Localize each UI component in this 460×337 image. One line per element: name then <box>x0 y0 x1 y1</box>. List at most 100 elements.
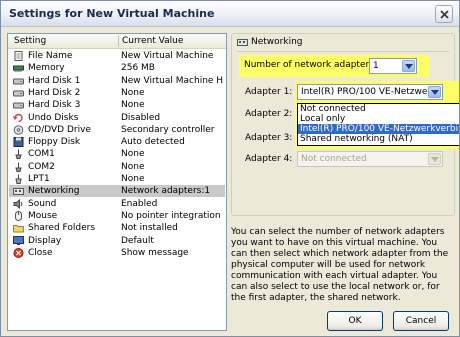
undo-icon <box>13 113 24 123</box>
adapter-count-select[interactable]: 1 <box>369 58 417 74</box>
adapter-1-value: Intel(R) PRO/100 VE-Netzwerkve <box>301 87 427 97</box>
setting-value: Not installed <box>121 223 178 234</box>
list-item-com1[interactable]: COM1 None <box>9 148 225 160</box>
setting-name: Hard Disk 2 <box>28 87 81 98</box>
memory-icon <box>13 63 24 73</box>
setting-name: CD/DVD Drive <box>28 124 91 135</box>
ok-button[interactable]: OK <box>327 311 383 331</box>
adapter-2-label: Adapter 2: <box>245 109 293 119</box>
serial-port-icon <box>13 149 24 160</box>
setting-name: COM2 <box>28 161 55 172</box>
setting-value: None <box>121 87 145 98</box>
list-header: Setting Current Value <box>8 34 226 49</box>
list-item-hard-disk-3[interactable]: Hard Disk 3 None <box>9 99 225 111</box>
display-icon <box>13 235 24 246</box>
dropdown-option[interactable]: Local only <box>298 114 459 124</box>
window-title: Settings for New Virtual Machine <box>9 7 215 20</box>
setting-value: No pointer integration <box>121 210 221 221</box>
adapter-count-label: Number of network adapters: <box>244 60 377 70</box>
setting-value: None <box>121 174 145 184</box>
setting-value: None <box>121 161 145 172</box>
chevron-down-icon[interactable] <box>428 153 441 165</box>
setting-value: Disabled <box>121 112 161 123</box>
list-item-hard-disk-2[interactable]: Hard Disk 2 None <box>9 87 225 99</box>
setting-value: Secondary controller <box>121 124 215 135</box>
close-icon <box>440 10 449 19</box>
floppy-icon <box>13 137 24 148</box>
list-item-floppy-disk[interactable]: Floppy Disk Auto detected <box>9 136 225 148</box>
chevron-down-icon[interactable] <box>402 60 415 72</box>
setting-value: New Virtual Machine <box>121 51 214 61</box>
adapter-4-value: Not connected <box>301 154 367 164</box>
list-item-close[interactable]: Close Show message <box>9 247 225 259</box>
list-item-display[interactable]: Display Default <box>9 235 225 247</box>
setting-value: Enabled <box>121 198 158 209</box>
adapter-1-dropdown[interactable]: Not connected Local only Intel(R) PRO/10… <box>297 103 459 146</box>
setting-value: Show message <box>121 247 189 258</box>
adapter-1-select[interactable]: Intel(R) PRO/100 VE-Netzwerkve <box>297 84 443 100</box>
list-item-memory[interactable]: Memory 256 MB <box>9 62 225 74</box>
hard-disk-icon <box>13 76 24 86</box>
adapter-4-select[interactable]: Not connected <box>297 151 443 167</box>
folder-icon <box>13 223 24 233</box>
setting-name: Display <box>28 235 62 246</box>
settings-list[interactable]: Setting Current Value File Name New Virtu… <box>7 33 227 331</box>
cancel-button[interactable]: Cancel <box>393 311 449 331</box>
list-item-file-name[interactable]: File Name New Virtual Machine <box>9 50 225 62</box>
setting-name: Memory <box>28 63 65 74</box>
setting-name: Undo Disks <box>28 112 79 123</box>
hard-disk-icon <box>13 100 24 110</box>
setting-value: Auto detected <box>121 137 185 148</box>
list-item-networking[interactable]: Networking Network adapters:1 <box>9 185 225 198</box>
setting-name: Sound <box>28 198 57 209</box>
setting-name: COM1 <box>28 149 55 160</box>
list-item-hard-disk-1[interactable]: Hard Disk 1 New Virtual Machine Ha... <box>9 75 225 87</box>
setting-value: Default <box>121 235 154 246</box>
column-header-setting[interactable]: Setting <box>14 36 46 46</box>
setting-name: File Name <box>28 51 73 61</box>
setting-name: Shared Folders <box>28 223 96 234</box>
setting-value: New Virtual Machine Ha... <box>121 75 223 86</box>
setting-name: Networking <box>28 186 80 197</box>
setting-name: Hard Disk 1 <box>28 75 81 86</box>
settings-window: Settings for New Virtual Machine Setting… <box>0 0 460 337</box>
list-item-cd-dvd-drive[interactable]: CD/DVD Drive Secondary controller <box>9 124 225 136</box>
close-action-icon <box>13 247 24 258</box>
setting-name: Hard Disk 3 <box>28 100 81 111</box>
cd-dvd-icon <box>13 124 24 135</box>
setting-value: Network adapters:1 <box>121 186 211 197</box>
network-icon <box>237 39 248 46</box>
column-divider[interactable] <box>118 35 119 47</box>
list-item-lpt1[interactable]: LPT1 None <box>9 173 225 185</box>
setting-value: 256 MB <box>121 63 155 74</box>
list-item-undo-disks[interactable]: Undo Disks Disabled <box>9 112 225 124</box>
setting-name: Floppy Disk <box>28 137 81 148</box>
list-item-shared-folders[interactable]: Shared Folders Not installed <box>9 222 225 234</box>
dropdown-option-selected[interactable]: Intel(R) PRO/100 VE-Netzwerkverbindung <box>298 124 459 134</box>
mouse-icon <box>13 210 24 221</box>
hard-disk-icon <box>13 88 24 98</box>
setting-value: None <box>121 100 145 111</box>
adapter-4-label: Adapter 4: <box>245 154 293 164</box>
setting-value: None <box>121 149 145 160</box>
file-icon <box>13 51 24 61</box>
group-divider <box>237 51 449 52</box>
adapter-1-label: Adapter 1: <box>245 87 293 97</box>
network-icon <box>13 186 24 196</box>
setting-name: LPT1 <box>28 174 50 184</box>
list-item-sound[interactable]: Sound Enabled <box>9 198 225 210</box>
close-button[interactable] <box>435 5 453 23</box>
dropdown-option[interactable]: Shared networking (NAT) <box>298 134 459 144</box>
setting-name: Mouse <box>28 210 58 221</box>
setting-name: Close <box>28 247 53 258</box>
adapter-count-value: 1 <box>373 61 379 71</box>
chevron-down-icon[interactable] <box>428 86 441 98</box>
list-item-com2[interactable]: COM2 None <box>9 161 225 173</box>
adapter-3-label: Adapter 3: <box>245 133 293 143</box>
title-bar[interactable]: Settings for New Virtual Machine <box>1 1 459 27</box>
sound-icon <box>13 198 24 209</box>
serial-port-icon <box>13 162 24 172</box>
column-header-value[interactable]: Current Value <box>122 36 183 46</box>
list-item-mouse[interactable]: Mouse No pointer integration <box>9 210 225 222</box>
dropdown-option[interactable]: Not connected <box>298 104 459 114</box>
